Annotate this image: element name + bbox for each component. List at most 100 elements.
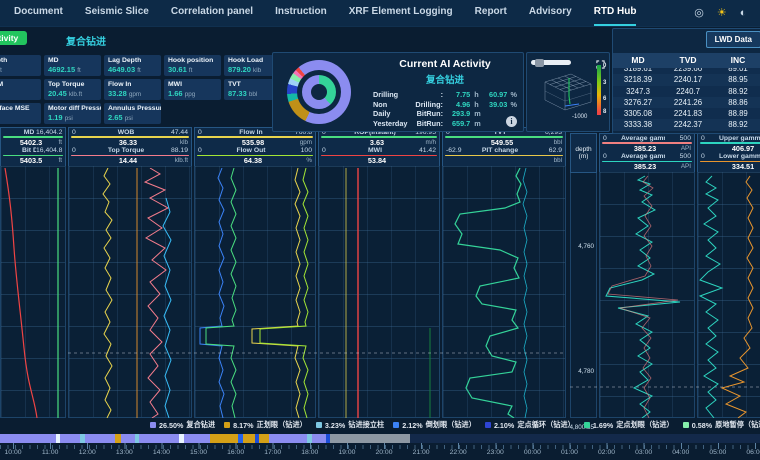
time-tick-label: 21:00 <box>403 449 440 456</box>
nav-item[interactable]: Advisory <box>529 0 572 26</box>
time-tick-label: 22:00 <box>440 449 477 456</box>
log-track[interactable]: 0TVT6,293 549.55bbl -62.9PIT change62.9 … <box>442 127 566 418</box>
nav-item[interactable]: XRF Element Logging <box>349 0 453 26</box>
track-plot[interactable] <box>68 166 192 418</box>
log-track[interactable]: 0Flow In760.8 535.98gpm 0Flow Out100 64.… <box>194 127 316 418</box>
time-tick-label: 13:00 <box>106 449 143 456</box>
log-tracks: MD16,404.2 5402.3ft Bit Depth16,404.8 54… <box>0 127 568 418</box>
metric-card: RPM rpm <box>0 79 41 100</box>
lwd-column-header: MD <box>613 53 663 68</box>
lwd-table-header: MDTVDINC <box>613 53 760 68</box>
color-scale-tick: 6 <box>603 96 606 102</box>
track-plot[interactable] <box>318 166 440 418</box>
timeline-segment[interactable] <box>184 434 210 443</box>
nav-item[interactable]: Report <box>475 0 507 26</box>
time-tick-label: 01:00 <box>551 449 588 456</box>
lwd-cell-tvd: 2240.7 <box>663 86 713 97</box>
toolbar-icon[interactable]: ◎ <box>694 0 704 26</box>
nav-item[interactable]: Instruction <box>275 0 327 26</box>
toolbar-icon[interactable]: ☀ <box>717 0 727 26</box>
timeline-segment[interactable] <box>210 434 238 443</box>
legend-item[interactable]: 8.17% 正划眼（钻进） <box>224 420 307 430</box>
metric-value: 1.19 psi <box>48 113 97 122</box>
gamma-track[interactable]: 0Average gamma (near)500 385.23API 0Aver… <box>599 133 695 418</box>
metric-value: 33.28 gpm <box>108 89 157 98</box>
time-tick-label: 05:00 <box>699 449 736 456</box>
legend-item[interactable]: 26.50% 复合钻进 <box>150 420 215 430</box>
trajectory-3d-view[interactable] <box>539 70 595 114</box>
timeline-segment[interactable] <box>0 434 56 443</box>
log-track[interactable]: MD16,404.2 5402.3ft Bit Depth16,404.8 54… <box>0 127 66 418</box>
lwd-table-row: 3276.27 2241.26 88.86 <box>613 97 760 108</box>
time-tick-label: 20:00 <box>365 449 402 456</box>
metric-label: Motor diff Pressure <box>48 105 97 112</box>
track-header: 0TVT6,293 549.55bbl -62.9PIT change62.9 … <box>442 127 566 166</box>
activity-badge[interactable]: AI Activity <box>0 31 27 45</box>
legend-pct: 3.23% <box>325 421 345 430</box>
zoom-slider-handle[interactable] <box>535 59 544 67</box>
legend-label: 正划眼（钻进） <box>257 420 307 430</box>
metric-card: Surface MSE Ksi <box>0 103 41 124</box>
legend-swatch <box>393 422 399 428</box>
lwd-data-button[interactable]: LWD Data <box>706 31 760 48</box>
legend-swatch <box>224 422 230 428</box>
nav-item[interactable]: RTD Hub <box>594 0 637 26</box>
legend-label: 倒划眼（钻进） <box>426 420 476 430</box>
timeline-segment[interactable] <box>139 434 179 443</box>
color-scale-tick: 8 <box>603 109 606 115</box>
time-tick-label: 06:00 <box>736 449 760 456</box>
timeline-segment[interactable] <box>60 434 80 443</box>
metric-label: MWI <box>168 81 217 88</box>
metric-label: TVT <box>228 81 277 88</box>
metric-unit: psi <box>125 115 133 122</box>
ai-activity-title: Current AI Activity <box>373 58 517 70</box>
info-icon[interactable]: i <box>506 116 517 127</box>
ai-activity-stat-row: Drilling : 7.75 h 60.97 % <box>373 90 517 100</box>
timeline-segment[interactable] <box>243 434 255 443</box>
timeline-segment[interactable] <box>410 434 760 443</box>
legend-item[interactable]: 3.23% 钻进接立柱 <box>316 420 384 430</box>
lwd-cell-tvd: 2241.26 <box>663 97 713 108</box>
legend-item[interactable]: 2.12% 倒划眼（钻进） <box>393 420 476 430</box>
timeline-segment[interactable] <box>85 434 115 443</box>
metric-value: 879.20 klb <box>228 65 277 74</box>
log-track[interactable]: 0ROP(Instant)196.95 3.63m/h 0MWI41.42 53… <box>318 127 440 418</box>
metrics-panel: Depth 15 ft MD 4692.15 ft Lag Depth 4649… <box>0 55 281 127</box>
lwd-cell-tvd: 2241.83 <box>663 108 713 119</box>
timeline-segment[interactable] <box>330 434 410 443</box>
activity-timeline-bar[interactable] <box>0 434 760 443</box>
metric-card: Motor diff Pressure 1.19 psi <box>44 103 101 124</box>
timeline-segment[interactable] <box>312 434 326 443</box>
timeline-segment[interactable] <box>269 434 307 443</box>
timeline-segment[interactable] <box>259 434 269 443</box>
time-tick-label: 18:00 <box>291 449 328 456</box>
legend-item[interactable]: 0.58% 原地暂停（钻进） <box>683 420 760 430</box>
metric-label: Top Torque <box>48 81 97 88</box>
legend-pct: 2.12% <box>402 421 422 430</box>
lwd-cell-tvd: 2242.37 <box>663 119 713 130</box>
timeline-segment[interactable] <box>121 434 135 443</box>
nav-item[interactable]: Document <box>14 0 63 26</box>
legend-swatch <box>485 422 491 428</box>
log-track[interactable]: 0WOB47.44 36.33klb 0Top Torque88.19 14.4… <box>68 127 192 418</box>
lwd-table-panel: LWD Data MDTVDINC 3189.61 2239.66 89.01 … <box>612 28 760 134</box>
track-plot[interactable] <box>0 166 66 418</box>
lwd-table-row: 3218.39 2240.17 88.95 <box>613 74 760 85</box>
track-plot[interactable] <box>194 166 316 418</box>
metric-card: Depth 15 ft <box>0 55 41 76</box>
nav-item[interactable]: Correlation panel <box>171 0 253 26</box>
legend-item[interactable]: 1.69% 定点划眼（钻进） <box>584 420 674 430</box>
time-tick-label: 14:00 <box>143 449 180 456</box>
legend-item[interactable]: 2.10% 定点循环（钻进） <box>485 420 575 430</box>
metric-unit: bbl <box>249 91 257 98</box>
current-mode-label: 复合钻进 <box>66 33 106 48</box>
lwd-cell-md: 3276.27 <box>613 97 663 108</box>
toolbar-icon[interactable]: ◐ <box>740 0 747 26</box>
rtd-hub-dashboard: Document Seismic Slice Correlation panel In… <box>0 0 760 460</box>
track-plot[interactable] <box>442 166 566 418</box>
lwd-cell-md: 3218.39 <box>613 74 663 85</box>
nav-item[interactable]: Seismic Slice <box>85 0 149 26</box>
gamma-plot[interactable] <box>697 172 760 418</box>
gamma-track[interactable]: 0Upper gamma (near)500 406.97 0Lower gam… <box>697 133 760 418</box>
gamma-plot[interactable] <box>599 172 695 418</box>
